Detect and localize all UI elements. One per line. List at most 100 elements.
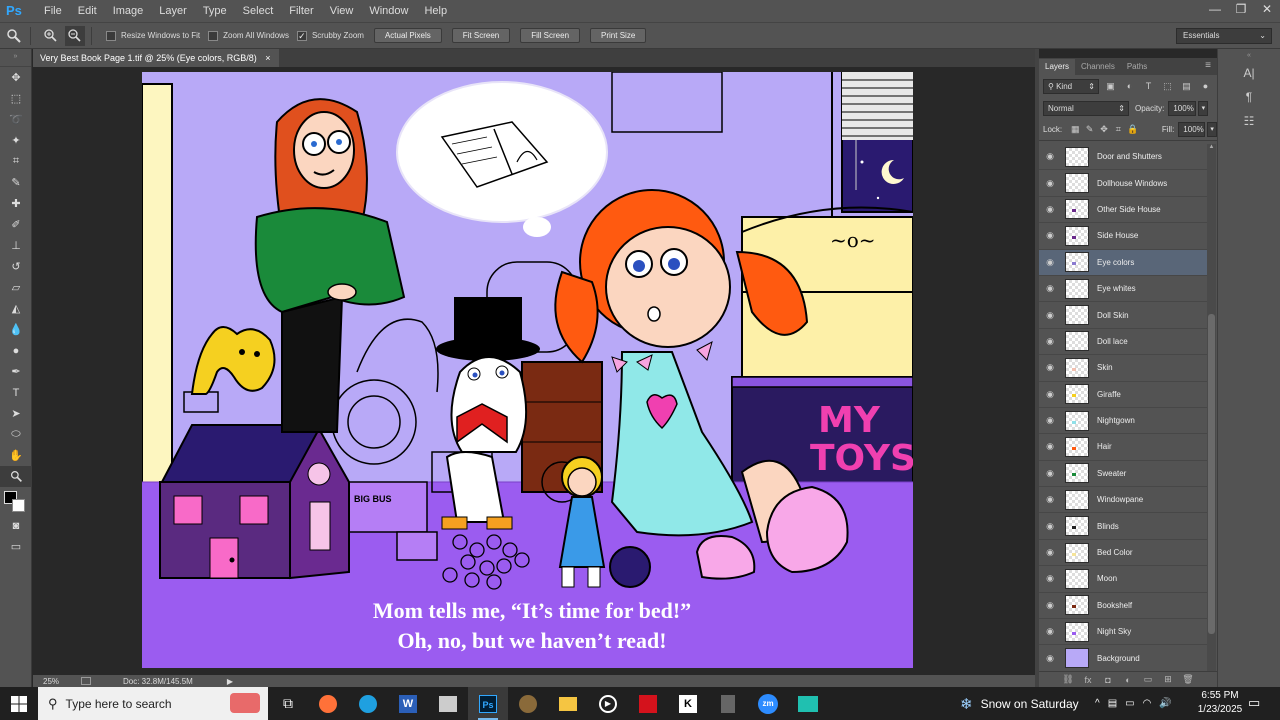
layer-row[interactable]: ◉ Windowpane xyxy=(1039,487,1207,514)
visibility-eye-icon[interactable]: ◉ xyxy=(1039,441,1061,452)
path-selection-tool-icon[interactable]: ➤ xyxy=(0,403,32,424)
menu-view[interactable]: View xyxy=(322,0,362,22)
hand-tool-icon[interactable]: ✋ xyxy=(0,445,32,466)
eraser-tool-icon[interactable]: ▱ xyxy=(0,277,32,298)
pixel-filter-icon[interactable]: ▣ xyxy=(1103,79,1118,94)
quick-mask-icon[interactable]: ◙ xyxy=(0,515,32,536)
lock-position-icon[interactable]: ✥ xyxy=(1097,124,1111,135)
layer-row[interactable]: ◉ Sweater xyxy=(1039,461,1207,488)
teal-app-icon[interactable] xyxy=(788,687,828,720)
lock-all-icon[interactable]: 🔒 xyxy=(1126,124,1140,135)
layer-row[interactable]: ◉ Nightgown xyxy=(1039,408,1207,435)
layer-row[interactable]: ◉ Doll lace xyxy=(1039,329,1207,356)
zoom-all-checkbox[interactable]: Zoom All Windows xyxy=(208,30,289,41)
history-brush-tool-icon[interactable]: ↺ xyxy=(0,256,32,277)
visibility-eye-icon[interactable]: ◉ xyxy=(1039,653,1061,664)
layer-row[interactable]: ◉ Night Sky xyxy=(1039,619,1207,646)
zoom-app-icon[interactable]: zm xyxy=(748,687,788,720)
visibility-eye-icon[interactable]: ◉ xyxy=(1039,626,1061,637)
type-filter-icon[interactable]: T xyxy=(1141,79,1156,94)
tab-paths[interactable]: Paths xyxy=(1121,59,1153,75)
windows-start-icon[interactable] xyxy=(0,687,38,720)
zoom-out-icon[interactable] xyxy=(65,25,85,46)
show-hidden-icons-icon[interactable]: ^ xyxy=(1095,698,1100,709)
layer-row[interactable]: ◉ Bed Color xyxy=(1039,540,1207,567)
menu-type[interactable]: Type xyxy=(195,0,235,22)
visibility-eye-icon[interactable]: ◉ xyxy=(1039,468,1061,479)
visibility-eye-icon[interactable]: ◉ xyxy=(1039,494,1061,505)
blur-tool-icon[interactable]: 💧 xyxy=(0,319,32,340)
layer-row[interactable]: ◉ Skin xyxy=(1039,355,1207,382)
layer-row[interactable]: ◉ Other Side House xyxy=(1039,197,1207,224)
opacity-input[interactable]: 100% xyxy=(1168,100,1197,116)
battery-icon[interactable]: ▭ xyxy=(1125,698,1134,709)
move-tool-icon[interactable]: ✥ xyxy=(0,67,32,88)
blend-mode-select[interactable]: Normal ⇕ xyxy=(1043,100,1129,116)
zoom-tool-icon[interactable] xyxy=(0,466,32,487)
tab-layers[interactable]: Layers xyxy=(1039,59,1076,75)
new-group-icon[interactable]: ▭ xyxy=(1138,674,1158,685)
layer-row[interactable]: ◉ Door and Shutters xyxy=(1039,144,1207,171)
menu-edit[interactable]: Edit xyxy=(70,0,105,22)
dodge-tool-icon[interactable]: ● xyxy=(0,340,32,361)
visibility-eye-icon[interactable]: ◉ xyxy=(1039,389,1061,400)
layer-row[interactable]: ◉ Blinds xyxy=(1039,513,1207,540)
new-layer-icon[interactable]: ⊞ xyxy=(1158,674,1178,685)
paragraph-panel-icon[interactable]: ¶ xyxy=(1218,85,1280,109)
close-tab-icon[interactable]: × xyxy=(265,53,270,63)
minimize-button[interactable]: — xyxy=(1202,0,1228,20)
panel-collapse-icon[interactable]: « xyxy=(1218,49,1280,61)
menu-layer[interactable]: Layer xyxy=(151,0,195,22)
visibility-eye-icon[interactable]: ◉ xyxy=(1039,521,1061,532)
zoom-tool-preset-icon[interactable] xyxy=(4,26,24,46)
scroll-up-icon[interactable]: ▲ xyxy=(1207,144,1216,150)
task-view-icon[interactable]: ⧉ xyxy=(268,687,308,720)
adjustments-panel-icon[interactable]: ☷ xyxy=(1218,109,1280,133)
visibility-eye-icon[interactable]: ◉ xyxy=(1039,415,1061,426)
shape-tool-icon[interactable]: ⬭ xyxy=(0,424,32,445)
layer-row[interactable]: ◉ Dollhouse Windows xyxy=(1039,170,1207,197)
layer-row[interactable]: ◉ Giraffe xyxy=(1039,382,1207,408)
visibility-eye-icon[interactable]: ◉ xyxy=(1039,257,1061,268)
resize-windows-checkbox[interactable]: Resize Windows to Fit xyxy=(106,30,200,41)
link-layers-icon[interactable]: ⛓ xyxy=(1058,674,1078,685)
screen-mode-icon[interactable]: ▭ xyxy=(0,536,32,557)
kind-filter-select[interactable]: ⚲ Kind ⇕ xyxy=(1043,78,1099,94)
fill-slider-toggle-icon[interactable]: ▾ xyxy=(1207,122,1217,137)
zoom-level[interactable]: 25% xyxy=(43,677,73,686)
status-menu-arrow-icon[interactable]: ▶ xyxy=(227,677,233,686)
edge-icon[interactable] xyxy=(348,687,388,720)
panel-menu-icon[interactable]: ≡ xyxy=(1205,60,1211,71)
krita-icon[interactable]: K xyxy=(668,687,708,720)
share-icon[interactable] xyxy=(81,677,91,685)
illustration-canvas[interactable]: ~o~ MY TOYS BIG BUS Mom tells me, “It’s … xyxy=(142,72,913,668)
scroll-thumb[interactable] xyxy=(1208,314,1215,634)
calculator-icon[interactable] xyxy=(708,687,748,720)
layer-row[interactable]: ◉ Background xyxy=(1039,645,1207,671)
layer-row[interactable]: ◉ Eye whites xyxy=(1039,276,1207,303)
volume-icon[interactable]: 🔊 xyxy=(1159,698,1171,709)
delete-layer-icon[interactable]: 🗑 xyxy=(1178,674,1198,685)
restore-button[interactable]: ❐ xyxy=(1228,0,1254,20)
visibility-eye-icon[interactable]: ◉ xyxy=(1039,547,1061,558)
menu-image[interactable]: Image xyxy=(105,0,152,22)
background-color-swatch[interactable] xyxy=(12,499,25,512)
visibility-eye-icon[interactable]: ◉ xyxy=(1039,204,1061,215)
lock-artboard-icon[interactable]: ⌗ xyxy=(1111,124,1125,135)
lock-pixels-icon[interactable]: ✎ xyxy=(1082,124,1096,135)
add-mask-icon[interactable]: ◘ xyxy=(1098,675,1118,685)
menu-help[interactable]: Help xyxy=(416,0,455,22)
color-swatches[interactable] xyxy=(0,487,31,515)
lasso-tool-icon[interactable]: ➰ xyxy=(0,109,32,130)
workspace-switcher[interactable]: Essentials ⌄ xyxy=(1176,28,1272,44)
layer-row[interactable]: ◉ Eye colors xyxy=(1039,249,1207,276)
network-icon[interactable]: ◠ xyxy=(1143,698,1152,709)
visibility-eye-icon[interactable]: ◉ xyxy=(1039,151,1061,162)
menu-select[interactable]: Select xyxy=(235,0,282,22)
marquee-tool-icon[interactable]: ⬚ xyxy=(0,88,32,109)
fit-screen-button[interactable]: Fit Screen xyxy=(451,28,511,43)
type-tool-icon[interactable]: T xyxy=(0,382,32,403)
menu-file[interactable]: File xyxy=(36,0,70,22)
visibility-eye-icon[interactable]: ◉ xyxy=(1039,310,1061,321)
print-size-button[interactable]: Print Size xyxy=(590,28,647,43)
